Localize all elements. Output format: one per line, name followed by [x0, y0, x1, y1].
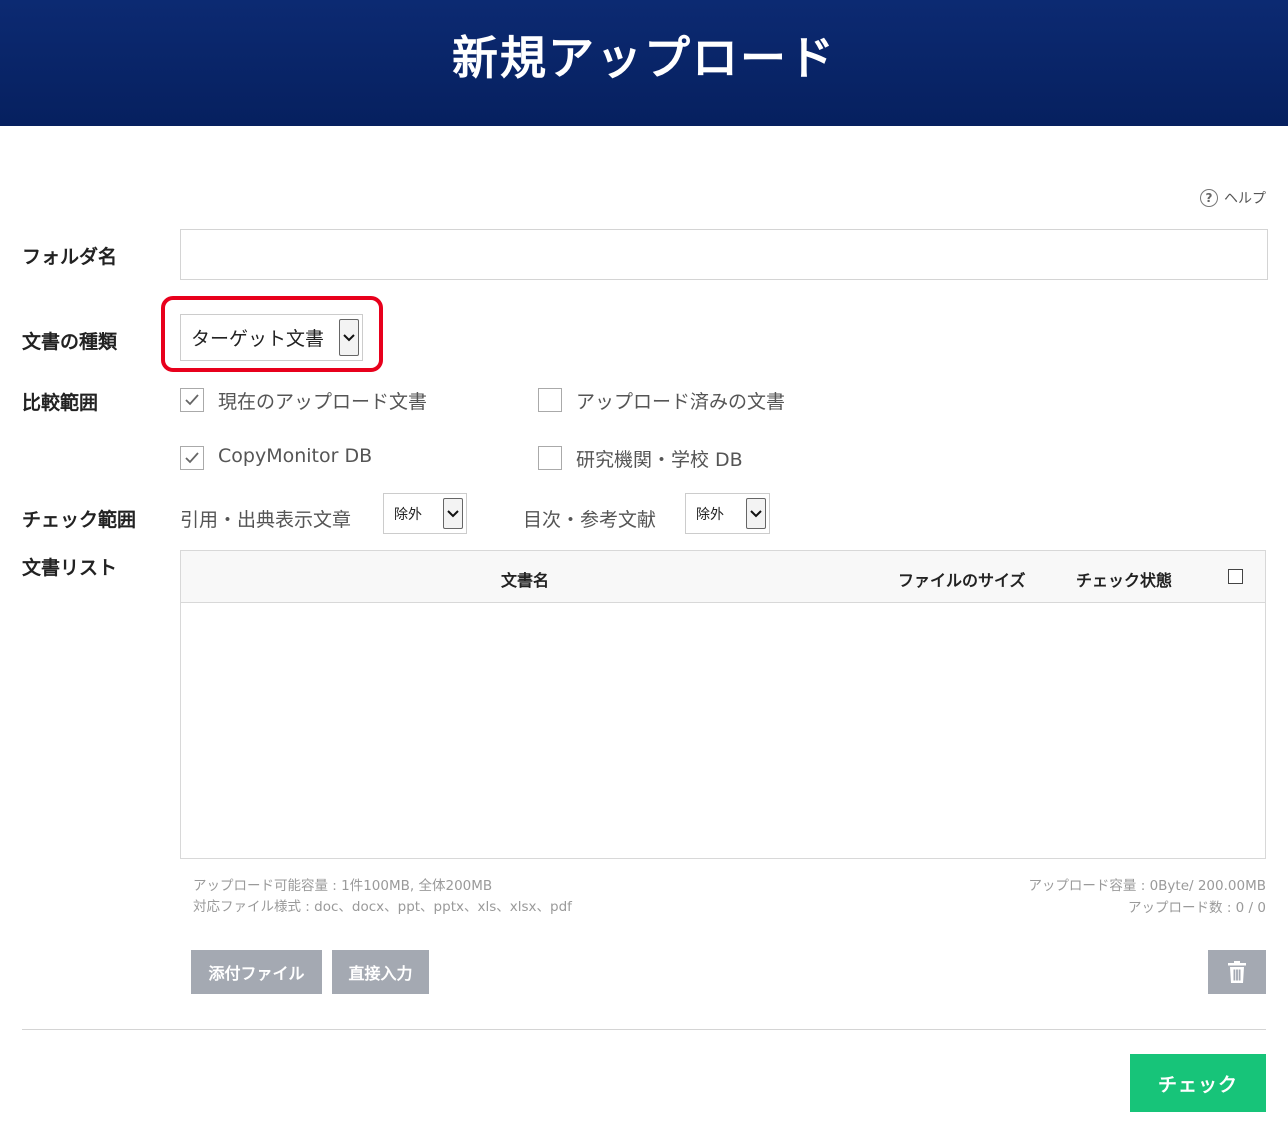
option-copymonitor-db-label: CopyMonitor DB — [218, 445, 373, 467]
folder-name-input[interactable] — [180, 229, 1268, 280]
citation-select[interactable]: 除外 — [383, 493, 467, 534]
citation-selected: 除外 — [394, 506, 422, 523]
column-doc-name: 文書名 — [501, 571, 550, 590]
select-all-checkbox[interactable] — [1228, 569, 1243, 584]
toc-selected: 除外 — [696, 506, 724, 523]
doc-list-label: 文書リスト — [22, 557, 118, 579]
check-button[interactable]: チェック — [1130, 1054, 1266, 1112]
option-institution-db-label: 研究機関・学校 DB — [576, 449, 743, 471]
option-current-upload-label: 現在のアップロード文書 — [218, 391, 428, 413]
upload-capacity-text: アップロード容量 : 0Byte/ 200.00MB — [1028, 878, 1266, 894]
page-title: 新規アップロード — [452, 31, 836, 85]
citation-label: 引用・出典表示文章 — [180, 509, 352, 531]
attach-file-button[interactable]: 添付ファイル — [191, 950, 322, 994]
compare-range-label: 比較範囲 — [22, 392, 99, 414]
file-formats-text: 対応ファイル様式 : doc、docx、ppt、pptx、xls、xlsx、pd… — [193, 899, 572, 915]
check-icon — [185, 394, 199, 406]
doc-type-select[interactable]: ターゲット文書 — [180, 314, 363, 361]
trash-icon — [1228, 961, 1246, 983]
check-range-label: チェック範囲 — [22, 509, 137, 531]
doc-list-table: 文書名 ファイルのサイズ チェック状態 — [180, 550, 1266, 859]
column-file-size: ファイルのサイズ — [898, 571, 1026, 590]
doc-type-selected: ターゲット文書 — [191, 328, 325, 350]
divider — [22, 1029, 1266, 1030]
checkbox-uploaded-docs[interactable] — [538, 388, 562, 412]
table-header: 文書名 ファイルのサイズ チェック状態 — [181, 551, 1265, 603]
upload-count-text: アップロード数 : 0 / 0 — [1128, 900, 1266, 916]
capacity-limit-text: アップロード可能容量 : 1件100MB, 全体200MB — [193, 878, 493, 894]
checkbox-institution-db[interactable] — [538, 446, 562, 470]
check-icon — [185, 452, 199, 464]
direct-input-button[interactable]: 直接入力 — [332, 950, 429, 994]
chevron-down-icon — [443, 498, 463, 529]
delete-button[interactable] — [1208, 950, 1266, 994]
folder-name-label: フォルダ名 — [22, 246, 118, 268]
checkbox-copymonitor-db[interactable] — [180, 446, 204, 470]
question-circle-icon: ? — [1200, 189, 1218, 207]
doc-type-label: 文書の種類 — [22, 331, 118, 353]
option-uploaded-docs-label: アップロード済みの文書 — [576, 391, 786, 413]
toc-select[interactable]: 除外 — [685, 493, 770, 534]
help-link[interactable]: ? ヘルプ — [1200, 188, 1266, 208]
toc-label: 目次・参考文献 — [523, 509, 657, 531]
column-check-status: チェック状態 — [1076, 571, 1173, 590]
checkbox-current-upload[interactable] — [180, 388, 204, 412]
page-header: 新規アップロード — [0, 0, 1288, 126]
chevron-down-icon — [339, 319, 359, 356]
help-label: ヘルプ — [1224, 191, 1266, 207]
chevron-down-icon — [746, 498, 766, 529]
